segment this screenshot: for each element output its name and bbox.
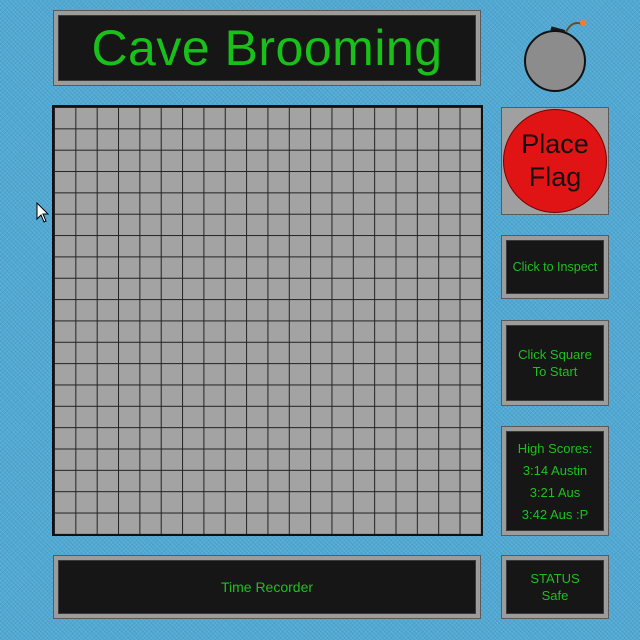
place-flag-label-line2: Flag	[528, 162, 582, 192]
inspect-button[interactable]: Click to Inspect	[506, 240, 604, 294]
high-score-entry: 3:42 Aus :P	[521, 507, 589, 522]
inspect-panel[interactable]: Click to Inspect	[501, 235, 609, 299]
start-line2: To Start	[532, 364, 578, 379]
high-score-entry: 3:14 Austin	[522, 463, 588, 478]
high-scores-list: High Scores: 3:14 Austin 3:21 Aus 3:42 A…	[506, 431, 604, 531]
time-recorder-panel: Time Recorder	[53, 555, 481, 619]
title-panel: Cave Brooming	[53, 10, 481, 86]
inspect-label: Click to Inspect	[512, 260, 598, 274]
place-flag-label-line1: Place	[521, 129, 589, 159]
high-scores-heading: High Scores:	[517, 441, 593, 456]
mouse-pointer-icon	[36, 202, 50, 223]
high-score-entry: 3:21 Aus	[529, 485, 581, 500]
place-flag-button[interactable]: Place Flag	[503, 109, 607, 213]
status-heading: STATUS	[530, 571, 580, 586]
minefield-grid[interactable]	[52, 105, 483, 536]
bomb-icon	[524, 20, 586, 92]
game-title: Cave Brooming	[58, 15, 476, 81]
time-recorder-display: Time Recorder	[58, 560, 476, 614]
start-line1: Click Square	[518, 347, 592, 362]
place-flag-panel: Place Flag	[501, 107, 609, 215]
high-scores-panel: High Scores: 3:14 Austin 3:21 Aus 3:42 A…	[501, 426, 609, 536]
status-panel: STATUS Safe	[501, 555, 609, 619]
status-value: Safe	[541, 588, 569, 603]
time-recorder-label: Time Recorder	[220, 579, 314, 595]
start-panel: Click Square To Start	[501, 320, 609, 406]
status-display: STATUS Safe	[506, 560, 604, 614]
start-message: Click Square To Start	[506, 325, 604, 401]
